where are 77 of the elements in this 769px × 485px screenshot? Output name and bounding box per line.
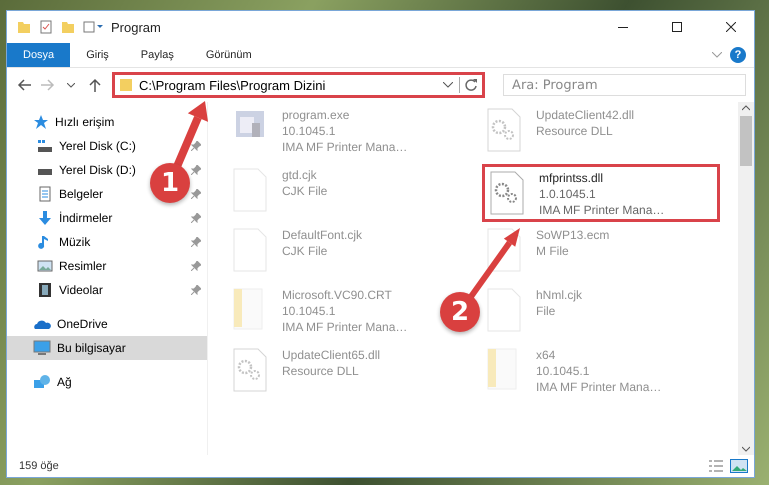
back-arrow-icon (16, 79, 31, 91)
gear-file-icon (489, 170, 525, 216)
ribbon-tab[interactable]: Giriş (70, 43, 125, 67)
file-detail: Resource DLL (536, 123, 614, 139)
up-arrow-icon (89, 78, 102, 92)
file-name: program.exe (282, 107, 350, 123)
file-detail: CJK File (282, 183, 328, 199)
forward-arrow-icon (40, 79, 55, 91)
scrollbar-thumb[interactable] (740, 116, 752, 166)
file-detail: M File (536, 243, 570, 259)
file-name: UpdateClient42.dll (536, 107, 634, 123)
maximize-icon (672, 22, 682, 32)
ribbon-tab[interactable]: Paylaş (124, 43, 190, 67)
file-detail: 10.1045.1 (282, 123, 336, 139)
file-detail: IMA MF Printer Mana… (282, 319, 408, 335)
file-name: x64 (536, 347, 556, 363)
customize-toolbar-icon[interactable] (83, 20, 103, 34)
expand-ribbon-icon[interactable] (712, 52, 722, 58)
file-name: hNml.cjk (536, 287, 582, 303)
sidebar-item[interactable]: OneDrive (7, 312, 207, 336)
file-icon (232, 227, 268, 273)
file-detail: CJK File (282, 243, 328, 259)
monitor-icon (33, 340, 51, 356)
file-name: SoWP13.ecm (536, 227, 610, 243)
file-name: gtd.cjk (282, 167, 318, 183)
folder-icon (119, 78, 133, 92)
file-icon (486, 287, 522, 333)
address-path: C:\Program Files\Program Dizini (139, 78, 326, 92)
window-title: Program (111, 20, 161, 34)
file-detail: IMA MF Printer Mana… (539, 202, 664, 218)
file-detail: 1.0.1045.1 (539, 186, 597, 202)
file-detail: IMA MF Printer Mana… (282, 139, 408, 155)
address-bar[interactable]: C:\Program Files\Program Dizini (112, 72, 486, 98)
sidebar-item[interactable]: Hızlı erişim (7, 110, 207, 134)
details-view-icon[interactable] (708, 459, 724, 473)
sidebar-item[interactable]: Bu bilgisayar (7, 336, 207, 360)
gear-file-icon (486, 107, 522, 153)
chevron-down-icon (67, 82, 76, 88)
picture-icon (37, 258, 53, 274)
file-item[interactable]: mfprintss.dll 1.0.1045.1 IMA MF Printer Mana… (482, 164, 720, 222)
drive-icon (37, 138, 53, 154)
sidebar-item[interactable]: Müzik (7, 230, 207, 254)
minimize-icon (618, 26, 628, 28)
sidebar-item[interactable]: Resimler (7, 254, 207, 278)
file-detail: Resource DLL (282, 363, 360, 379)
file-detail: File (536, 303, 556, 319)
scrollbar[interactable] (738, 102, 754, 455)
ribbon-tab[interactable]: Dosya (7, 43, 70, 67)
properties-icon[interactable] (39, 20, 53, 34)
close-icon (726, 22, 736, 32)
file-name: Microsoft.VC90.CRT (282, 287, 393, 303)
help-button[interactable]: ? (730, 47, 746, 63)
star-icon (33, 114, 49, 130)
large-icons-view-icon[interactable] (730, 459, 748, 473)
ribbon-tab[interactable]: Görünüm (190, 43, 268, 67)
gear-file-icon (232, 347, 268, 393)
sidebar-item[interactable]: İndirmeler (7, 206, 207, 230)
cloud-icon (33, 318, 51, 330)
file-icon (232, 167, 268, 213)
document-icon (37, 186, 53, 202)
search-field[interactable]: Ara: Program (503, 74, 746, 96)
file-detail: 10.1045.1 (536, 363, 590, 379)
file-name: DefaultFont.cjk (282, 227, 362, 243)
sidebar-item[interactable]: Ağ (7, 370, 207, 394)
item-count: 159 öğe (19, 460, 59, 472)
sidebar-item[interactable]: Yerel Disk (C:) (7, 134, 207, 158)
file-detail: IMA MF Printer Mana… (536, 379, 662, 395)
folder-icon (17, 20, 31, 34)
file-detail: 10.1045.1 (282, 303, 336, 319)
file-name: UpdateClient65.dll (282, 347, 380, 363)
drive-icon (37, 169, 53, 175)
download-arrow-icon (37, 210, 53, 226)
sidebar-item[interactable]: Videolar (7, 278, 207, 302)
chevron-down-icon[interactable] (443, 82, 454, 88)
network-icon (33, 374, 51, 390)
file-name: mfprintss.dll (539, 170, 604, 186)
film-icon (37, 282, 53, 298)
